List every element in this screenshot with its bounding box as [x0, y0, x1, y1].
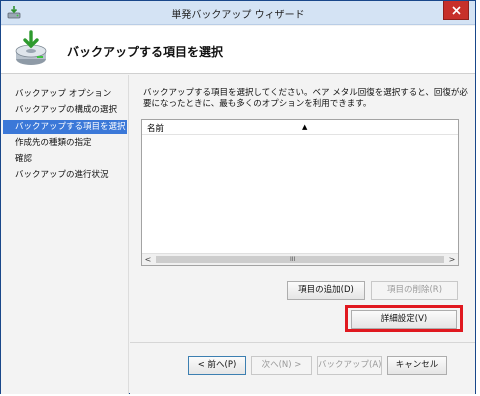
scroll-right-icon[interactable]: >	[446, 254, 458, 265]
window-title: 単発バックアップ ウィザード	[171, 10, 305, 21]
backup-items-list[interactable]: 名前 ▲ < III >	[141, 119, 459, 266]
nav-item-backup-configuration[interactable]: バックアップの構成の選択	[3, 103, 127, 117]
page-title: バックアップする項目を選択	[67, 45, 224, 59]
nav-item-destination-type[interactable]: 作成先の種類の指定	[3, 136, 127, 150]
nav-item-backup-progress[interactable]: バックアップの進行状況	[3, 168, 127, 182]
close-icon	[452, 6, 461, 15]
sort-ascending-icon: ▲	[302, 123, 308, 131]
scroll-grip-icon: III	[290, 256, 296, 263]
nav-item-backup-options[interactable]: バックアップ オプション	[3, 87, 127, 101]
advanced-settings-button[interactable]: 詳細設定(V)	[351, 310, 457, 329]
remove-item-button[interactable]: 項目の削除(R)	[371, 281, 458, 300]
scroll-thumb[interactable]	[156, 256, 444, 263]
scroll-left-icon[interactable]: <	[142, 254, 154, 265]
nav-item-confirmation[interactable]: 確認	[3, 152, 127, 166]
wizard-steps-nav: バックアップ オプション バックアップの構成の選択 バックアップする項目を選択 …	[1, 75, 129, 394]
wizard-content: バックアップする項目を選択してください。ベア メタル回復を選択すると、回復が必要…	[130, 75, 475, 394]
cancel-button[interactable]: キャンセル	[387, 356, 447, 375]
back-button[interactable]: < 前へ(P)	[188, 356, 246, 375]
next-button[interactable]: 次へ(N) >	[251, 356, 312, 375]
footer-divider	[130, 342, 475, 343]
nav-item-select-items[interactable]: バックアップする項目を選択	[3, 120, 127, 134]
column-header-name[interactable]: 名前	[147, 122, 164, 134]
horizontal-scrollbar[interactable]: < III >	[142, 253, 458, 265]
wizard-header: バックアップする項目を選択	[1, 26, 475, 74]
backup-disk-icon	[11, 29, 51, 69]
list-header[interactable]: 名前 ▲	[142, 120, 458, 135]
add-item-button[interactable]: 項目の追加(D)	[287, 281, 365, 300]
instruction-text: バックアップする項目を選択してください。ベア メタル回復を選択すると、回復が必要…	[143, 88, 468, 109]
wizard-window: 単発バックアップ ウィザード バックアップする項目を選択 バックアップ オプショ…	[0, 0, 476, 394]
close-button[interactable]	[443, 1, 469, 20]
backup-button[interactable]: バックアップ(A)	[317, 356, 382, 375]
title-bar[interactable]: 単発バックアップ ウィザード	[1, 1, 475, 25]
